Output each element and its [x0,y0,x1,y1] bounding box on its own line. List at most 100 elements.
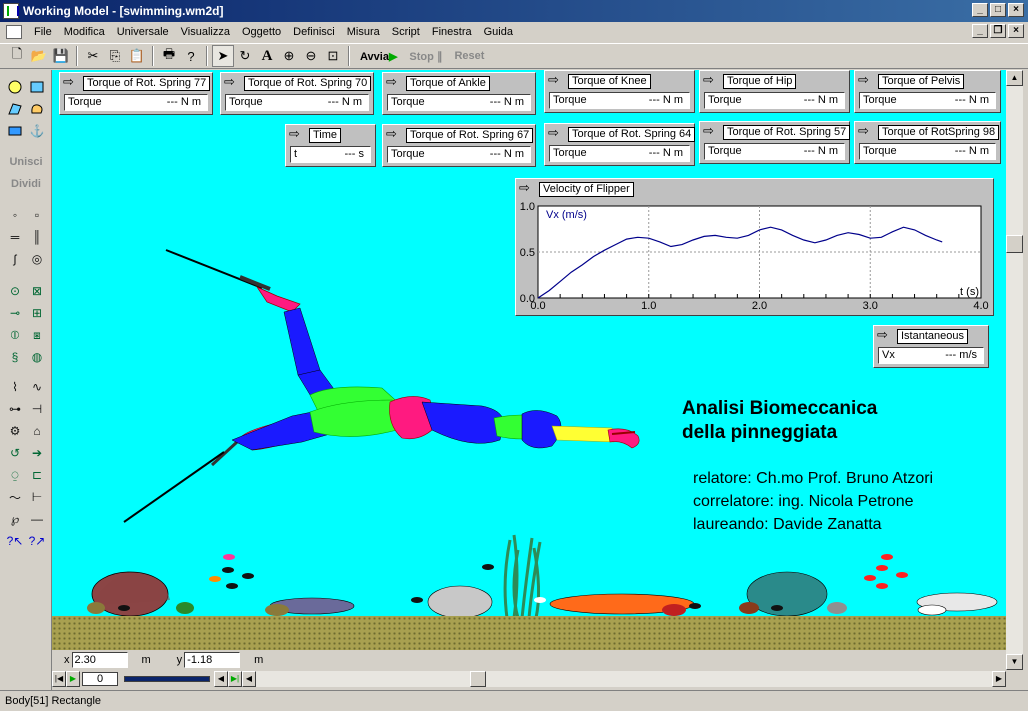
open-folder-icon[interactable]: 📂 [28,45,50,67]
maximize-button[interactable]: □ [990,3,1006,17]
rope-icon[interactable]: 〜 [4,486,26,508]
tape-progress[interactable] [124,676,210,682]
separator-icon[interactable]: ⊢ [26,486,48,508]
square-point-tool-icon[interactable]: ▫ [26,204,48,226]
y-coordinate-field[interactable]: -1.18 [184,652,241,668]
menu-script[interactable]: Script [386,26,426,38]
split-button[interactable]: Dividi [0,178,52,190]
gear-icon[interactable]: ⚙ [4,420,26,442]
zoom-in-icon[interactable]: ⊕ [278,45,300,67]
y-unit: m [254,654,264,666]
keyed-slot-icon[interactable]: ⊞ [26,302,48,324]
document-icon[interactable] [6,25,22,39]
new-file-icon[interactable]: 🗋 [6,45,28,67]
menu-oggetto[interactable]: Oggetto [236,26,287,38]
vertical-slot-joint-icon[interactable]: ⦶ [4,324,26,346]
frame-counter[interactable]: 0 [82,672,118,686]
pointer-icon[interactable]: ➤ [212,45,234,67]
damper-icon[interactable]: ⊣ [26,398,48,420]
slot-joint-icon[interactable]: ⊸ [4,302,26,324]
vertical-keyed-slot-icon[interactable]: ⧆ [26,324,48,346]
doc-close-button[interactable]: × [1008,24,1024,38]
circular-slot-joint-icon[interactable]: ◍ [26,346,48,368]
step-back-icon[interactable]: ◀ [214,671,228,687]
horizontal-scroll-track[interactable] [256,671,992,687]
line-tool-icon[interactable]: — [26,508,48,530]
print-icon[interactable]: 🖶 [158,45,180,67]
minimize-button[interactable]: _ [972,3,988,17]
rod-icon[interactable]: ⊶ [4,398,26,420]
run-button[interactable]: Avvia▶ [354,50,403,63]
vertical-scrollbar[interactable]: ▲ ▼ [1006,70,1023,670]
pause-icon: ∥ [436,50,443,63]
pulley-icon[interactable]: ⌂ [26,420,48,442]
rigid-joint-icon[interactable]: ⊠ [26,280,48,302]
window-title: Working Model - [swimming.wm2d] [23,4,224,18]
rectangle-tool-icon[interactable] [26,76,48,98]
seabed [52,616,1006,650]
credit-correlatore: correlatore: ing. Nicola Petrone [693,493,914,510]
spring-damper-icon[interactable]: ∿ [26,376,48,398]
menu-misura[interactable]: Misura [341,26,386,38]
close-button[interactable]: × [1008,3,1024,17]
copy-icon[interactable]: ⎘ [104,45,126,67]
spring-icon[interactable]: ⌇ [4,376,26,398]
curved-slot-icon[interactable]: ʃ [4,248,26,270]
pin-joint-icon[interactable]: ⊙ [4,280,26,302]
doc-restore-button[interactable]: ❐ [990,24,1006,38]
rotational-spring-icon[interactable]: ℘ [4,508,26,530]
menu-modifica[interactable]: Modifica [58,26,111,38]
save-icon[interactable]: 💾 [50,45,72,67]
motor-icon[interactable]: ↺ [4,442,26,464]
context-help-icon[interactable]: ?↗ [26,530,48,552]
coordinate-bar: x 2.30 m y -1.18 m [52,650,1006,670]
circular-slot-icon[interactable]: ◎ [26,248,48,270]
rotate-icon[interactable]: ↻ [234,45,256,67]
point-tool-icon[interactable]: ◦ [4,204,26,226]
torque-actuator-icon[interactable]: ⍜ [4,464,26,486]
curved-slot-joint-icon[interactable]: § [4,346,26,368]
scroll-right-icon[interactable]: ▶ [992,671,1006,687]
zoom-fit-icon[interactable]: ⊡ [322,45,344,67]
join-button[interactable]: Unisci [0,156,52,168]
zoom-out-icon[interactable]: ⊖ [300,45,322,67]
help-arrow-icon[interactable]: ?↖ [4,530,26,552]
doc-minimize-button[interactable]: _ [972,24,988,38]
vertical-scroll-thumb[interactable] [1006,235,1023,253]
status-text: Body[51] Rectangle [5,695,102,707]
reset-button[interactable]: Reset [448,50,490,62]
play-icon: ▶ [388,50,398,63]
help-icon[interactable]: ? [180,45,202,67]
square-tool-icon[interactable] [4,120,26,142]
horizontal-scroll-thumb[interactable] [470,671,486,687]
scroll-left-icon[interactable]: ◀ [242,671,256,687]
anchor-icon[interactable]: ⚓ [26,120,48,142]
force-icon[interactable]: ➔ [26,442,48,464]
menu-definisci[interactable]: Definisci [287,26,341,38]
slot-horizontal-icon[interactable]: ═ [4,226,26,248]
credit-laureando: laureando: Davide Zanatta [693,516,882,533]
linear-actuator-icon[interactable]: ⊏ [26,464,48,486]
title-bar: Working Model - [swimming.wm2d] _ □ × [0,0,1028,22]
x-label: x [64,654,70,666]
circle-tool-icon[interactable] [4,76,26,98]
stop-button[interactable]: Stop ∥ [403,50,448,63]
slot-vertical-icon[interactable]: ║ [26,226,48,248]
cut-icon[interactable]: ✂ [82,45,104,67]
menu-file[interactable]: File [28,26,58,38]
menu-finestra[interactable]: Finestra [426,26,478,38]
polygon-tool-icon[interactable] [4,98,26,120]
step-forward-icon[interactable]: ▶| [228,671,242,687]
paste-icon[interactable]: 📋 [126,45,148,67]
scroll-up-icon[interactable]: ▲ [1006,70,1023,86]
play-forward-icon[interactable]: ▶ [66,671,80,687]
menu-visualizza[interactable]: Visualizza [175,26,236,38]
text-tool-icon[interactable]: A [256,45,278,67]
scroll-down-icon[interactable]: ▼ [1006,654,1023,670]
rewind-start-icon[interactable]: |◀ [52,671,66,687]
x-coordinate-field[interactable]: 2.30 [71,652,128,668]
menu-guida[interactable]: Guida [478,26,519,38]
menu-universale[interactable]: Universale [111,26,175,38]
simulation-canvas[interactable]: ⇨ Torque of Rot. Spring 77 Torque --- N m … [52,70,1006,650]
curved-body-tool-icon[interactable] [26,98,48,120]
